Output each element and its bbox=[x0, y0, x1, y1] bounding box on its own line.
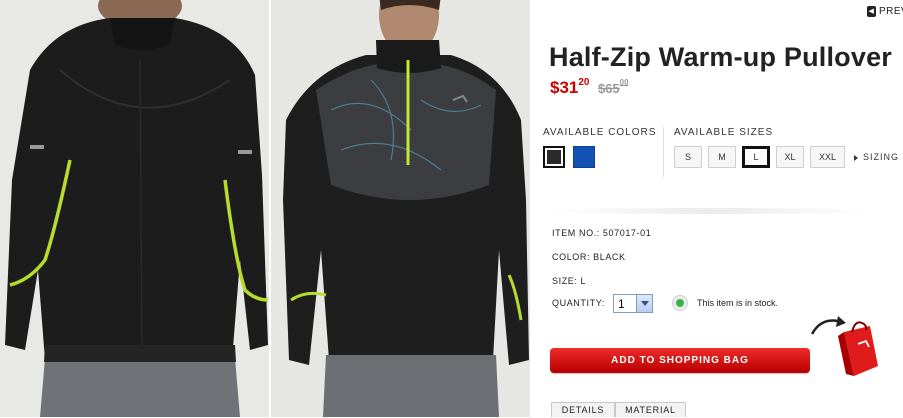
tab-details[interactable]: DETAILS bbox=[551, 402, 615, 417]
color-swatch-black-fill bbox=[547, 150, 561, 164]
caret-right-icon bbox=[854, 154, 858, 161]
size-value: L bbox=[580, 276, 587, 286]
color-row: COLOR: BLACK bbox=[552, 252, 626, 262]
size-option-s[interactable]: S bbox=[674, 146, 702, 168]
sale-price-cents: 20 bbox=[578, 77, 590, 88]
available-sizes-label: AVAILABLE SIZES bbox=[674, 127, 774, 138]
color-swatch-black[interactable] bbox=[543, 146, 565, 168]
section-divider bbox=[540, 208, 880, 214]
in-stock-icon bbox=[672, 295, 688, 311]
sale-price: $3120 bbox=[550, 77, 590, 97]
pullover-front-image bbox=[271, 0, 530, 417]
size-option-xl[interactable]: XL bbox=[776, 146, 804, 168]
size-option-l[interactable]: L bbox=[742, 146, 770, 168]
color-label: COLOR: bbox=[552, 252, 591, 262]
available-colors-label: AVAILABLE COLORS bbox=[543, 127, 657, 138]
chevron-down-icon[interactable] bbox=[636, 295, 652, 312]
shopping-bag-icon bbox=[810, 316, 878, 376]
add-to-bag-button[interactable]: ADD TO SHOPPING BAG bbox=[550, 348, 810, 373]
item-number-value: 507017-01 bbox=[602, 228, 652, 238]
size-label: SIZE: bbox=[552, 276, 578, 286]
quantity-value: 1 bbox=[618, 297, 625, 311]
options-divider bbox=[663, 127, 664, 177]
product-photo-front[interactable] bbox=[271, 0, 530, 417]
item-number-row: ITEM NO.: 507017-01 bbox=[552, 228, 651, 238]
prev-label: PREV bbox=[879, 6, 903, 17]
size-option-m[interactable]: M bbox=[708, 146, 736, 168]
product-price: $3120 $6500 bbox=[550, 77, 629, 98]
tab-material[interactable]: MATERIAL bbox=[615, 402, 686, 417]
color-swatch-blue[interactable] bbox=[573, 146, 595, 168]
pullover-back-image bbox=[0, 0, 269, 417]
original-price-cents: 00 bbox=[619, 78, 629, 87]
size-row: SIZE: L bbox=[552, 276, 586, 286]
sizing-chart-label: SIZING C bbox=[863, 152, 903, 162]
size-option-xxl[interactable]: XXL bbox=[810, 146, 845, 168]
prev-link[interactable]: ◀ PREV bbox=[867, 6, 903, 17]
original-price: $6500 bbox=[597, 78, 629, 96]
item-number-label: ITEM NO.: bbox=[552, 228, 600, 238]
sale-price-main: $31 bbox=[550, 78, 579, 97]
sizing-chart-link[interactable]: SIZING C bbox=[854, 152, 903, 162]
chevron-left-icon: ◀ bbox=[867, 6, 876, 17]
product-photo-back[interactable] bbox=[0, 0, 269, 417]
quantity-label: QUANTITY: bbox=[552, 298, 605, 308]
product-title: Half-Zip Warm-up Pullover bbox=[549, 42, 893, 72]
stock-status-text: This item is in stock. bbox=[697, 298, 779, 308]
original-price-main: $65 bbox=[597, 81, 620, 96]
color-value: BLACK bbox=[593, 252, 626, 262]
quantity-select[interactable]: 1 bbox=[613, 294, 653, 313]
